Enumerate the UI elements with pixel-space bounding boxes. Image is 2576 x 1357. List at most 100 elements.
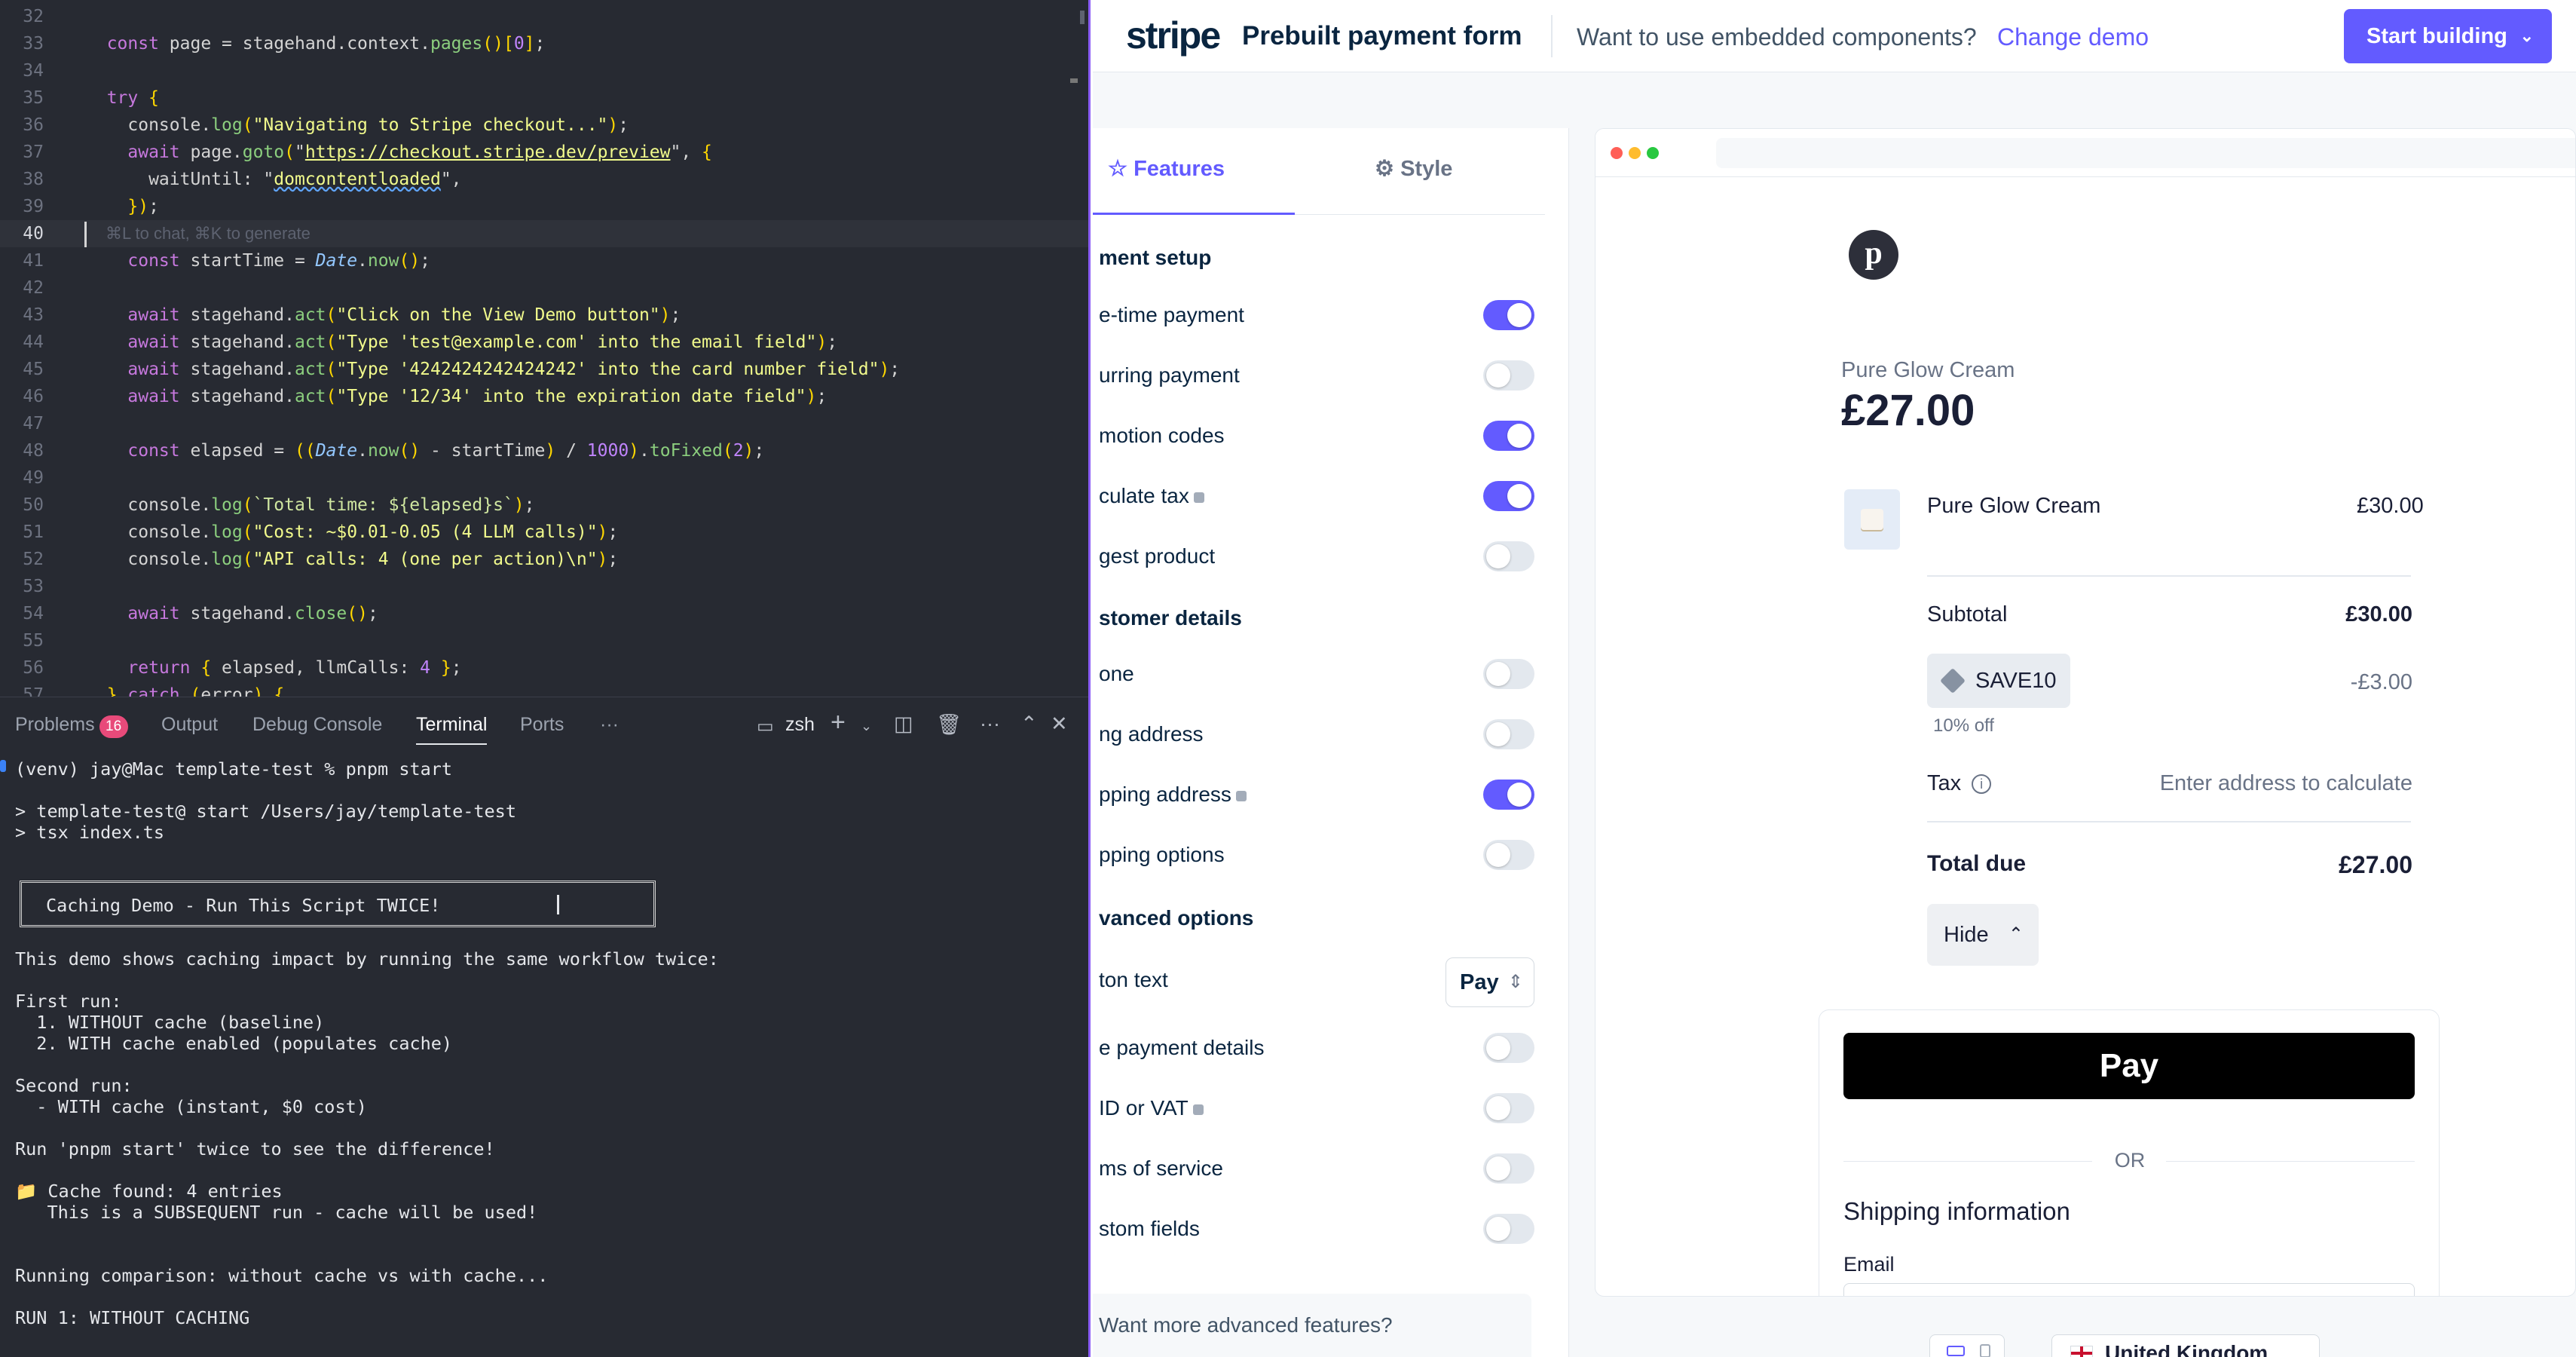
- option-toggle[interactable]: [1483, 719, 1534, 749]
- code-line[interactable]: 55: [0, 627, 1088, 654]
- problems-badge: 16: [99, 715, 128, 738]
- start-building-button[interactable]: Start building ⌄: [2344, 9, 2552, 63]
- line-number: 36: [23, 115, 44, 135]
- stripe-logo[interactable]: stripe: [1126, 14, 1221, 57]
- code-line[interactable]: 40 ⌘L to chat, ⌘K to generate: [0, 220, 1088, 247]
- option-toggle[interactable]: [1483, 1093, 1534, 1123]
- code-line[interactable]: 56 return { elapsed, llmCalls: 4 };: [0, 654, 1088, 682]
- code-text: await page.goto("https://checkout.stripe…: [127, 142, 712, 162]
- line-number: 51: [23, 522, 44, 542]
- info-icon[interactable]: [1193, 492, 1204, 503]
- code-line[interactable]: 52 console.log("API calls: 4 (one per ac…: [0, 546, 1088, 573]
- or-divider-right: [2166, 1161, 2415, 1162]
- code-text: await stagehand.act("Click on the View D…: [127, 305, 681, 325]
- option-toggle[interactable]: [1483, 421, 1534, 451]
- promo-code-chip[interactable]: SAVE10: [1927, 654, 2070, 708]
- desktop-icon[interactable]: [1947, 1346, 1965, 1356]
- button-text-select[interactable]: Pay ⇕: [1446, 957, 1534, 1007]
- option-toggle[interactable]: [1483, 659, 1534, 689]
- line-number: 46: [23, 387, 44, 406]
- code-text: const elapsed = ((Date.now() - startTime…: [127, 441, 765, 461]
- code-editor[interactable]: 32 33 const page = stagehand.context.page…: [0, 0, 1088, 697]
- hide-details-button[interactable]: Hide ⌃: [1927, 904, 2039, 966]
- line-number: 57: [23, 685, 44, 697]
- code-line[interactable]: 37 await page.goto("https://checkout.str…: [0, 139, 1088, 166]
- option-toggle[interactable]: [1483, 840, 1534, 870]
- caching-demo-banner: Caching Demo - Run This Script TWICE!: [20, 881, 656, 927]
- code-line[interactable]: 49: [0, 464, 1088, 492]
- code-line[interactable]: 54 await stagehand.close();: [0, 600, 1088, 627]
- device-toggle[interactable]: [1929, 1334, 2005, 1357]
- code-text: try {: [106, 88, 159, 108]
- tab-problems[interactable]: Problems 16: [15, 714, 128, 738]
- change-demo-link[interactable]: Change demo: [1997, 23, 2149, 51]
- apple-pay-button[interactable]: Pay: [1843, 1033, 2415, 1099]
- option-label: urring payment: [1099, 363, 1240, 387]
- option-toggle[interactable]: [1483, 300, 1534, 330]
- terminal-line: This is a SUBSEQUENT run - cache will be…: [15, 1202, 538, 1223]
- more-actions-icon[interactable]: ···: [980, 712, 1000, 736]
- option-toggle[interactable]: [1483, 1033, 1534, 1063]
- terminal-line: > tsx index.ts: [15, 822, 165, 843]
- section-heading: stomer details: [1099, 606, 1242, 629]
- tab-ports[interactable]: Ports: [520, 714, 564, 736]
- code-line[interactable]: 42: [0, 274, 1088, 302]
- advanced-features-card[interactable]: Want more advanced features?: [1093, 1294, 1531, 1357]
- mobile-icon[interactable]: [1980, 1344, 1990, 1357]
- editor-window: 32 33 const page = stagehand.context.page…: [0, 0, 1091, 1357]
- tab-debug-console[interactable]: Debug Console: [252, 714, 382, 736]
- option-toggle[interactable]: [1483, 360, 1534, 391]
- code-line[interactable]: 53: [0, 573, 1088, 600]
- line-number: 37: [23, 142, 44, 162]
- code-line[interactable]: 57 } catch (error) {: [0, 682, 1088, 697]
- code-line[interactable]: 41 const startTime = Date.now();: [0, 247, 1088, 274]
- code-text: console.log("API calls: 4 (one per actio…: [86, 550, 619, 569]
- chevron-down-icon[interactable]: ⌄: [861, 718, 872, 734]
- code-line[interactable]: 46 await stagehand.act("Type '12/34' int…: [0, 383, 1088, 410]
- code-line[interactable]: 39 });: [0, 193, 1088, 220]
- country-selector[interactable]: United Kingdom: [2051, 1334, 2320, 1357]
- maximize-panel-icon[interactable]: ⌃: [1020, 712, 1038, 736]
- code-line[interactable]: 48 const elapsed = ((Date.now() - startT…: [0, 437, 1088, 464]
- tab-output[interactable]: Output: [161, 714, 218, 736]
- option-toggle[interactable]: [1483, 541, 1534, 571]
- code-line[interactable]: 51 console.log("Cost: ~$0.01-0.05 (4 LLM…: [0, 519, 1088, 546]
- code-line[interactable]: 33 const page = stagehand.context.pages(…: [0, 30, 1088, 57]
- option-toggle[interactable]: [1483, 1214, 1534, 1244]
- shell-name[interactable]: zsh: [785, 714, 815, 736]
- option-toggle[interactable]: [1483, 1153, 1534, 1184]
- code-line[interactable]: 34: [0, 57, 1088, 84]
- info-icon[interactable]: [1192, 1104, 1204, 1115]
- code-line[interactable]: 44 await stagehand.act("Type 'test@examp…: [0, 329, 1088, 356]
- line-number: 54: [23, 604, 44, 623]
- code-line[interactable]: 36 console.log("Navigating to Stripe che…: [0, 112, 1088, 139]
- split-terminal-icon[interactable]: ◫: [894, 712, 913, 736]
- code-line[interactable]: 47: [0, 410, 1088, 437]
- code-text: console.log(`Total time: ${elapsed}s`);: [86, 495, 535, 515]
- tab-features[interactable]: ☆ Features: [1108, 155, 1225, 208]
- option-toggle[interactable]: [1483, 780, 1534, 810]
- option-toggle[interactable]: [1483, 481, 1534, 511]
- prompt-marker: [0, 760, 6, 772]
- tab-terminal[interactable]: Terminal: [416, 714, 488, 745]
- terminal-output[interactable]: Caching Demo - Run This Script TWICE! (v…: [0, 751, 1088, 1357]
- code-line[interactable]: 35 try {: [0, 84, 1088, 112]
- top-header: stripe Prebuilt payment form Want to use…: [1093, 0, 2576, 72]
- close-panel-icon[interactable]: ✕: [1051, 712, 1068, 736]
- add-terminal-icon[interactable]: +: [831, 708, 846, 737]
- line-number: 56: [23, 658, 44, 678]
- trash-icon[interactable]: 🗑: [936, 712, 962, 737]
- info-icon[interactable]: [1235, 790, 1247, 801]
- uk-flag-icon: [2070, 1346, 2093, 1357]
- option-label: culate tax: [1099, 484, 1204, 508]
- code-line[interactable]: 38 waitUntil: "domcontentloaded",: [0, 166, 1088, 193]
- tab-style[interactable]: ⚙ Style: [1375, 155, 1452, 208]
- email-field[interactable]: [1843, 1283, 2415, 1296]
- option-label: ton text: [1099, 968, 1168, 991]
- code-line[interactable]: 50 console.log(`Total time: ${elapsed}s`…: [0, 492, 1088, 519]
- code-line[interactable]: 32: [0, 3, 1088, 30]
- more-tabs-button[interactable]: ···: [600, 714, 619, 736]
- code-line[interactable]: 43 await stagehand.act("Click on the Vie…: [0, 302, 1088, 329]
- code-line[interactable]: 45 await stagehand.act("Type '4242424242…: [0, 356, 1088, 383]
- info-icon[interactable]: i: [1972, 774, 1992, 795]
